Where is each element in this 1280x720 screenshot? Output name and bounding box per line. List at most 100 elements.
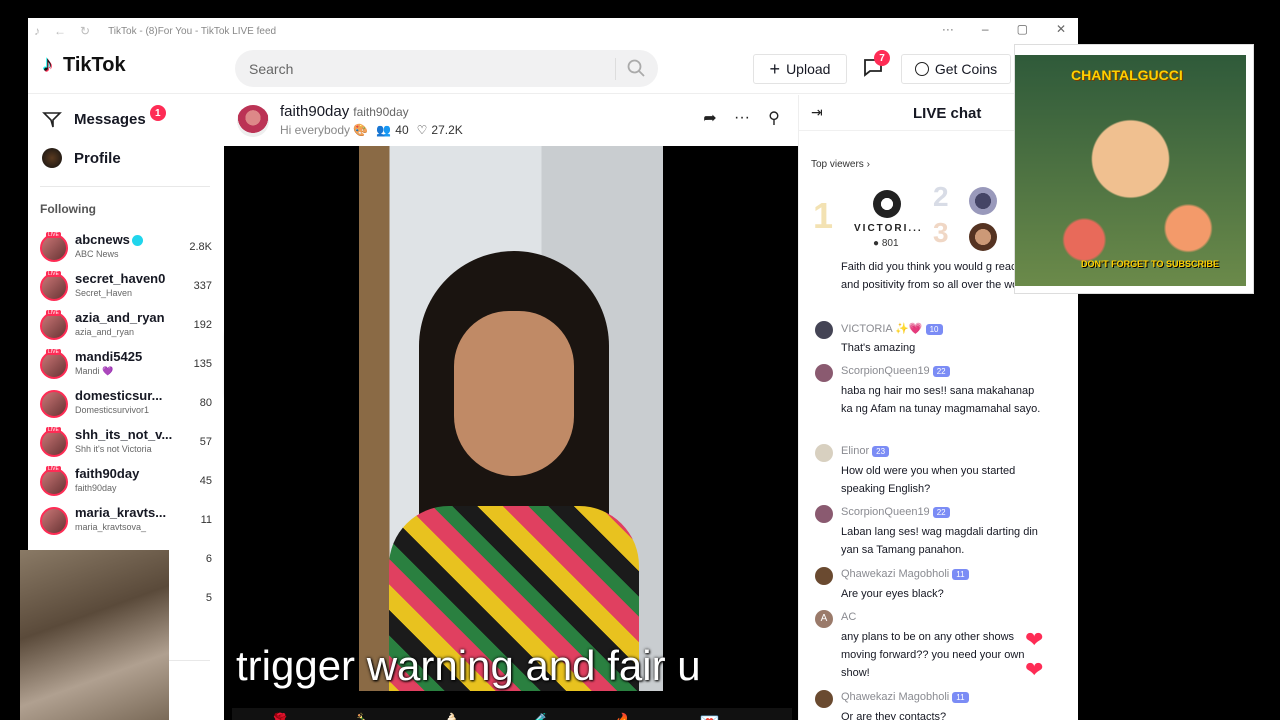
get-coins-label: Get Coins (934, 61, 998, 77)
following-name: secret_haven0 (75, 271, 166, 286)
titlebar-nav: ♪ ← ↻ (34, 24, 90, 38)
get-coins-button[interactable]: Get Coins (901, 54, 1011, 84)
host-name-row[interactable]: faith90day faith90day (280, 103, 409, 120)
gift-bottle[interactable]: 🍾 (356, 712, 376, 720)
chat-username[interactable]: Qhawekazi Magobholi 11 (841, 568, 969, 580)
messages-label: Messages (74, 110, 146, 128)
video-frame (359, 146, 663, 691)
viewer-count: 11 (200, 514, 212, 526)
live-tag: LIVE (46, 271, 61, 277)
host-avatar[interactable] (237, 105, 269, 137)
viewer-count: 337 (193, 280, 212, 292)
gift-potion[interactable]: 🧪 (528, 712, 548, 720)
gift-letter[interactable]: 💌 (700, 712, 720, 720)
chat-title: LIVE chat (913, 105, 982, 122)
viewer-avatar[interactable] (969, 223, 997, 251)
chat-username[interactable]: Qhawekazi Magobholi 11 (841, 691, 969, 703)
inbox-badge: 7 (874, 50, 890, 66)
avatar[interactable] (815, 364, 833, 382)
chat-username[interactable]: ScorpionQueen19 22 (841, 506, 950, 518)
following-subtitle: faith90day (75, 483, 117, 493)
upload-button[interactable]: + Upload (753, 54, 847, 84)
share-icon[interactable]: ➦ (700, 108, 720, 128)
heart-icon: ❤ (1025, 627, 1044, 652)
avatar[interactable] (815, 505, 833, 523)
close-button[interactable]: ✕ (1056, 22, 1066, 36)
avatar (40, 429, 68, 457)
following-item[interactable]: maria_kravts... maria_kravtsova_ 11 (38, 504, 214, 540)
following-item[interactable]: LIVE shh_its_not_v... Shh it's not Victo… (38, 426, 214, 462)
following-item[interactable]: LIVE faith90day faith90day 45 (38, 465, 214, 501)
viewer-count: 57 (199, 436, 212, 448)
top-header: TikTok + Upload 7 Get Coins (28, 44, 1078, 94)
avatar[interactable] (815, 690, 833, 708)
avatar[interactable] (815, 444, 833, 462)
following-subtitle: ABC News (75, 249, 119, 259)
chat-username[interactable]: AC (841, 611, 856, 623)
messages-badge: 1 (149, 105, 166, 121)
live-tag: LIVE (46, 427, 61, 433)
minimize-button[interactable]: – (982, 22, 989, 36)
top-viewers-link[interactable]: Top viewers › (811, 159, 870, 170)
chat-username[interactable]: Elinor 23 (841, 445, 890, 457)
upload-label: Upload (786, 61, 831, 77)
tiktok-window: ♪ ← ↻ TikTok - (8)For You - TikTok LIVE … (28, 18, 1078, 720)
avatar[interactable] (815, 567, 833, 585)
gift-rose[interactable]: 🌹 (270, 712, 290, 720)
stream-meta: Hi everybody 🎨 👥 40 ♡ 27.2K (280, 123, 463, 137)
following-item[interactable]: LIVE azia_and_ryan azia_and_ryan 192 (38, 309, 214, 345)
viewer-count: 80 (199, 397, 212, 409)
refresh-icon[interactable]: ↻ (80, 24, 90, 38)
chat-username[interactable]: ScorpionQueen19 22 (841, 365, 950, 377)
report-icon[interactable]: ⚲ (764, 108, 784, 128)
logo-text: TikTok (63, 54, 126, 76)
sidebar-item-profile[interactable]: Profile (42, 148, 121, 168)
level-badge: 22 (932, 365, 950, 377)
viewer-count: 135 (193, 358, 212, 370)
message-text: That's amazing (841, 342, 916, 354)
chat-username[interactable]: VICTORIA ✨💗 10 (841, 322, 943, 335)
sidebar-item-messages[interactable]: Messages 1 (42, 105, 166, 129)
window-title: TikTok - (8)For You - TikTok LIVE feed (108, 25, 277, 37)
following-subtitle: Domesticsurvivor1 (75, 405, 150, 415)
viewer-avatar[interactable] (969, 187, 997, 215)
live-tag: LIVE (46, 232, 61, 238)
following-item[interactable]: LIVE secret_haven0 Secret_Haven 337 (38, 270, 214, 306)
viewer-stat: 👥 40 (376, 123, 408, 137)
avatar (40, 468, 68, 496)
tiktok-logo[interactable]: TikTok (42, 51, 126, 77)
inbox-button[interactable]: 7 (862, 50, 890, 80)
maximize-button[interactable]: ▢ (1017, 22, 1028, 36)
live-tag: LIVE (46, 310, 61, 316)
overlay-channel-name: CHANTALGUCCI (1071, 67, 1183, 83)
search-icon[interactable] (626, 58, 646, 78)
following-item[interactable]: LIVE mandi5425 Mandi 💜 135 (38, 348, 214, 384)
messages-icon (42, 112, 62, 128)
top-viewer-avatar[interactable] (873, 190, 901, 218)
message-text: Or are they contacts? (841, 711, 947, 720)
live-video[interactable] (224, 146, 798, 720)
search-input[interactable] (249, 60, 609, 77)
following-item[interactable]: domesticsur... Domesticsurvivor1 80 (38, 387, 214, 423)
coin-icon (914, 62, 929, 76)
more-icon[interactable]: ··· (942, 22, 954, 36)
following-item[interactable]: LIVE abcnews ABC News 2.8K (38, 231, 214, 267)
collapse-chat-icon[interactable]: ⇥ (811, 104, 823, 121)
overlay-subscribe-text: DON'T FORGET TO SUBSCRIBE (1081, 259, 1219, 269)
gift-icecream[interactable]: 🍦 (442, 712, 462, 720)
gift-fire[interactable]: 🔥 (614, 712, 634, 720)
avatar[interactable] (815, 321, 833, 339)
live-tag: LIVE (46, 466, 61, 472)
following-subtitle: Mandi 💜 (75, 366, 114, 376)
heart-icon: ❤ (1025, 657, 1044, 682)
following-subtitle: Shh it's not Victoria (75, 444, 152, 454)
title-bar: ♪ ← ↻ TikTok - (8)For You - TikTok LIVE … (28, 18, 1078, 44)
back-icon[interactable]: ← (54, 24, 66, 38)
rank-2: 2 (933, 181, 949, 212)
more-options-icon[interactable]: ··· (732, 108, 752, 128)
stream-title: Hi everybody 🎨 (280, 123, 369, 137)
viewers-icon: 👥 (376, 123, 392, 137)
viewer-count: 5 (205, 592, 212, 604)
avatar[interactable]: A (815, 610, 833, 628)
level-badge: 10 (925, 323, 943, 335)
